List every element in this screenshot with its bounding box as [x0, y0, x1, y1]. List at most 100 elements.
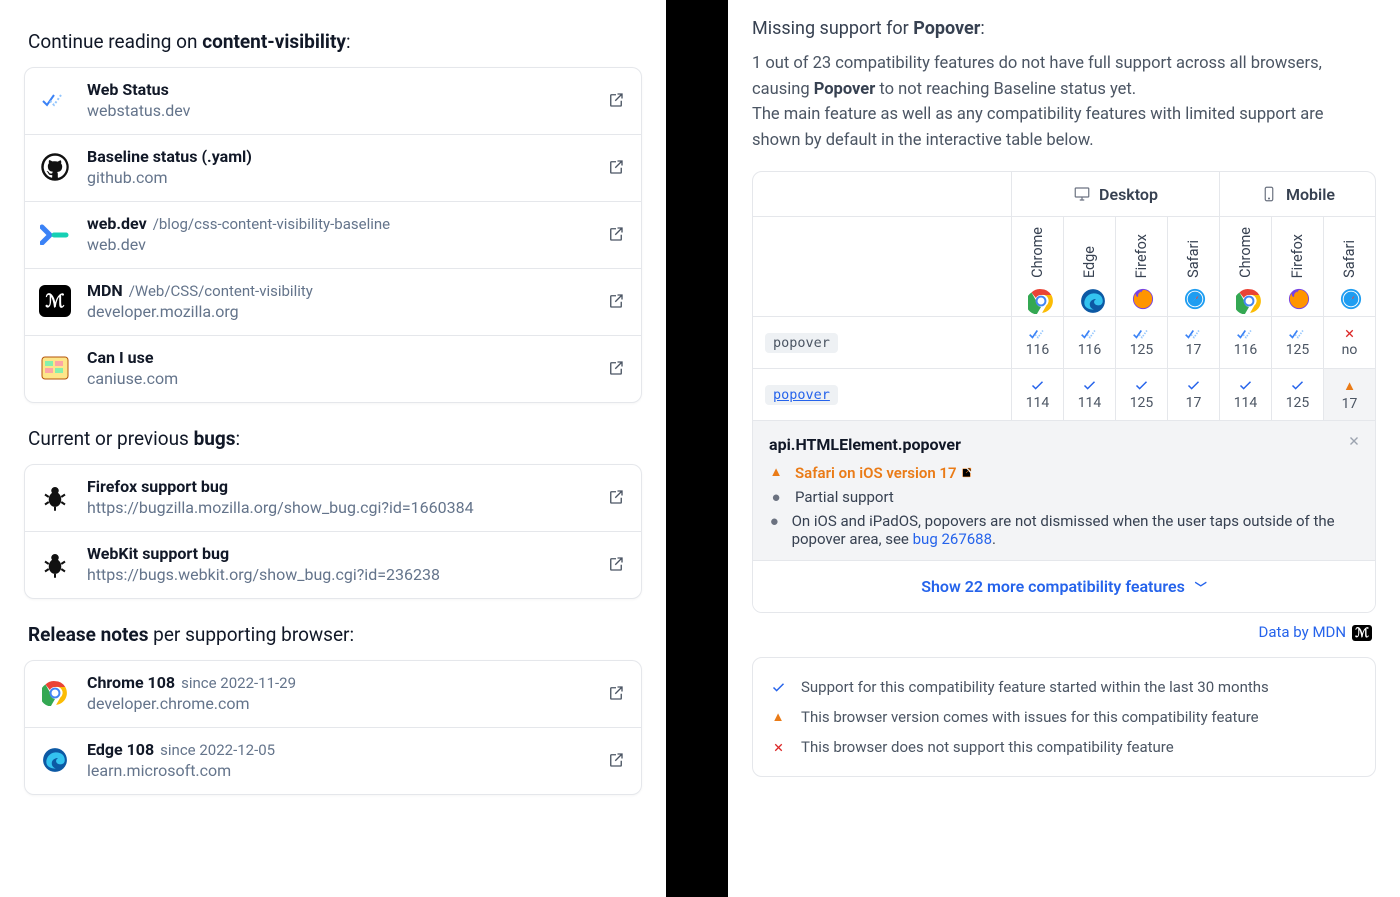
compat-row: popover11411412517114125▲17	[753, 368, 1375, 420]
browser-col-firefox: Firefox	[1115, 217, 1167, 316]
external-link-icon[interactable]	[607, 292, 625, 310]
check-icon	[1030, 378, 1045, 393]
external-link-icon[interactable]	[607, 359, 625, 377]
double-check-icon	[1289, 328, 1307, 340]
external-link-icon[interactable]	[607, 225, 625, 243]
row-title: Firefox support bug	[87, 477, 228, 496]
release-row[interactable]: Edge 108since 2022-12-05learn.microsoft.…	[25, 727, 641, 794]
support-cell[interactable]: 116	[1011, 317, 1063, 368]
chrome-icon	[1028, 288, 1048, 308]
mdn-icon: ℳ	[39, 285, 71, 317]
browser-col-firefox: Firefox	[1271, 217, 1323, 316]
support-cell[interactable]: no	[1323, 317, 1375, 368]
check-icon	[771, 680, 786, 695]
row-title: Web Status	[87, 80, 169, 99]
row-path: /blog/css-content-visibility-baseline	[153, 215, 390, 233]
row-domain: webstatus.dev	[87, 101, 591, 120]
legend-text: This browser version comes with issues f…	[801, 708, 1259, 726]
legend-row: ▲ This browser version comes with issues …	[769, 702, 1359, 732]
row-title: Can I use	[87, 348, 153, 367]
check-icon	[1238, 378, 1253, 393]
browser-col-safari: Safari	[1167, 217, 1219, 316]
support-cell[interactable]: 17	[1167, 317, 1219, 368]
support-cell[interactable]: 114	[1219, 369, 1271, 420]
left-column: Continue reading on content-visibility: …	[0, 0, 666, 897]
show-more-button[interactable]: Show 22 more compatibility features ﹀	[753, 560, 1375, 612]
support-cell[interactable]: 125	[1271, 317, 1323, 368]
release-row[interactable]: Chrome 108since 2022-11-29developer.chro…	[25, 661, 641, 727]
continue-row[interactable]: web.dev/blog/css-content-visibility-base…	[25, 201, 641, 268]
warn-icon: ▲	[772, 709, 785, 725]
chrome-icon	[1236, 288, 1256, 308]
edge-icon	[39, 744, 71, 776]
feature-chip[interactable]: popover	[765, 385, 838, 405]
support-cell[interactable]: 125	[1115, 369, 1167, 420]
row-domain: caniuse.com	[87, 369, 591, 388]
legend: Support for this compatibility feature s…	[752, 657, 1376, 777]
support-cell[interactable]: 114	[1063, 369, 1115, 420]
data-by-mdn[interactable]: Data by MDNℳ	[752, 623, 1372, 641]
browser-col-safari: Safari	[1323, 217, 1375, 316]
external-link-icon[interactable]	[607, 91, 625, 109]
feature-chip: popover	[765, 333, 838, 353]
external-link-icon[interactable]	[607, 751, 625, 769]
row-title: Chrome 108	[87, 673, 175, 692]
row-title: MDN	[87, 281, 123, 300]
detail-browser-link[interactable]: Safari on iOS version 17	[795, 464, 973, 482]
row-path: /Web/CSS/content-visibility	[129, 282, 313, 300]
webdev-icon	[39, 218, 71, 250]
support-cell[interactable]: 114	[1011, 369, 1063, 420]
continue-row[interactable]: ℳ MDN/Web/CSS/content-visibility developer…	[25, 268, 641, 335]
support-cell[interactable]: 116	[1063, 317, 1115, 368]
continue-heading: Continue reading on content-visibility:	[28, 30, 638, 53]
continue-row[interactable]: Baseline status (.yaml)github.com	[25, 134, 641, 201]
continue-panel: Web Status webstatus.dev Baseline status (…	[24, 67, 642, 403]
compat-browsers: ChromeEdgeFirefoxSafariChromeFirefoxSafa…	[753, 216, 1375, 316]
support-cell[interactable]: ▲17	[1323, 369, 1375, 420]
row-domain: developer.mozilla.org	[87, 302, 591, 321]
external-link-icon[interactable]	[607, 684, 625, 702]
bug-icon	[39, 481, 71, 513]
bugs-heading: Current or previous bugs:	[28, 427, 638, 450]
bug-link[interactable]: bug 267688	[913, 530, 992, 548]
compat-detail: api.HTMLElement.popover ▲ Safari on iOS …	[753, 420, 1375, 560]
bug-icon	[39, 548, 71, 580]
missing-heading: Missing support for Popover:	[752, 18, 1376, 39]
compat-groups: Desktop Mobile	[753, 172, 1375, 216]
bug-row[interactable]: WebKit support bug https://bugs.webkit.or…	[25, 531, 641, 598]
support-cell[interactable]: 125	[1271, 369, 1323, 420]
continue-row[interactable]: Can I use caniuse.com	[25, 335, 641, 402]
legend-row: Support for this compatibility feature s…	[769, 672, 1359, 702]
browser-col-chrome: Chrome	[1011, 217, 1063, 316]
external-link-icon[interactable]	[607, 488, 625, 506]
right-column: Missing support for Popover: 1 out of 23…	[728, 0, 1400, 897]
group-desktop: Desktop	[1011, 172, 1219, 216]
double-check-icon	[1029, 328, 1047, 340]
check-icon	[1134, 378, 1149, 393]
continue-row[interactable]: Web Status webstatus.dev	[25, 68, 641, 134]
row-title: WebKit support bug	[87, 544, 229, 563]
check-icon	[1082, 378, 1097, 393]
legend-text: Support for this compatibility feature s…	[801, 678, 1269, 696]
double-check-icon	[1237, 328, 1255, 340]
cross-icon	[772, 741, 785, 754]
double-check-icon	[1081, 328, 1099, 340]
row-domain: web.dev	[87, 235, 591, 254]
external-link-icon[interactable]	[607, 555, 625, 573]
row-url: https://bugs.webkit.org/show_bug.cgi?id=…	[87, 565, 591, 584]
support-cell[interactable]: 116	[1219, 317, 1271, 368]
safari-icon	[1184, 288, 1204, 308]
check-icon	[1290, 378, 1305, 393]
row-title: Edge 108	[87, 740, 154, 759]
row-since: since 2022-11-29	[181, 674, 296, 692]
safari-icon	[1340, 288, 1360, 308]
support-cell[interactable]: 125	[1115, 317, 1167, 368]
bug-row[interactable]: Firefox support bughttps://bugzilla.mozi…	[25, 465, 641, 531]
compat-row: popover11611612517116125no	[753, 316, 1375, 368]
firefox-icon	[1132, 288, 1152, 308]
double-check-icon	[1185, 328, 1203, 340]
external-link-icon[interactable]	[607, 158, 625, 176]
close-icon[interactable]	[1347, 433, 1361, 452]
support-cell[interactable]: 17	[1167, 369, 1219, 420]
chevron-down-icon: ﹀	[1195, 581, 1207, 595]
